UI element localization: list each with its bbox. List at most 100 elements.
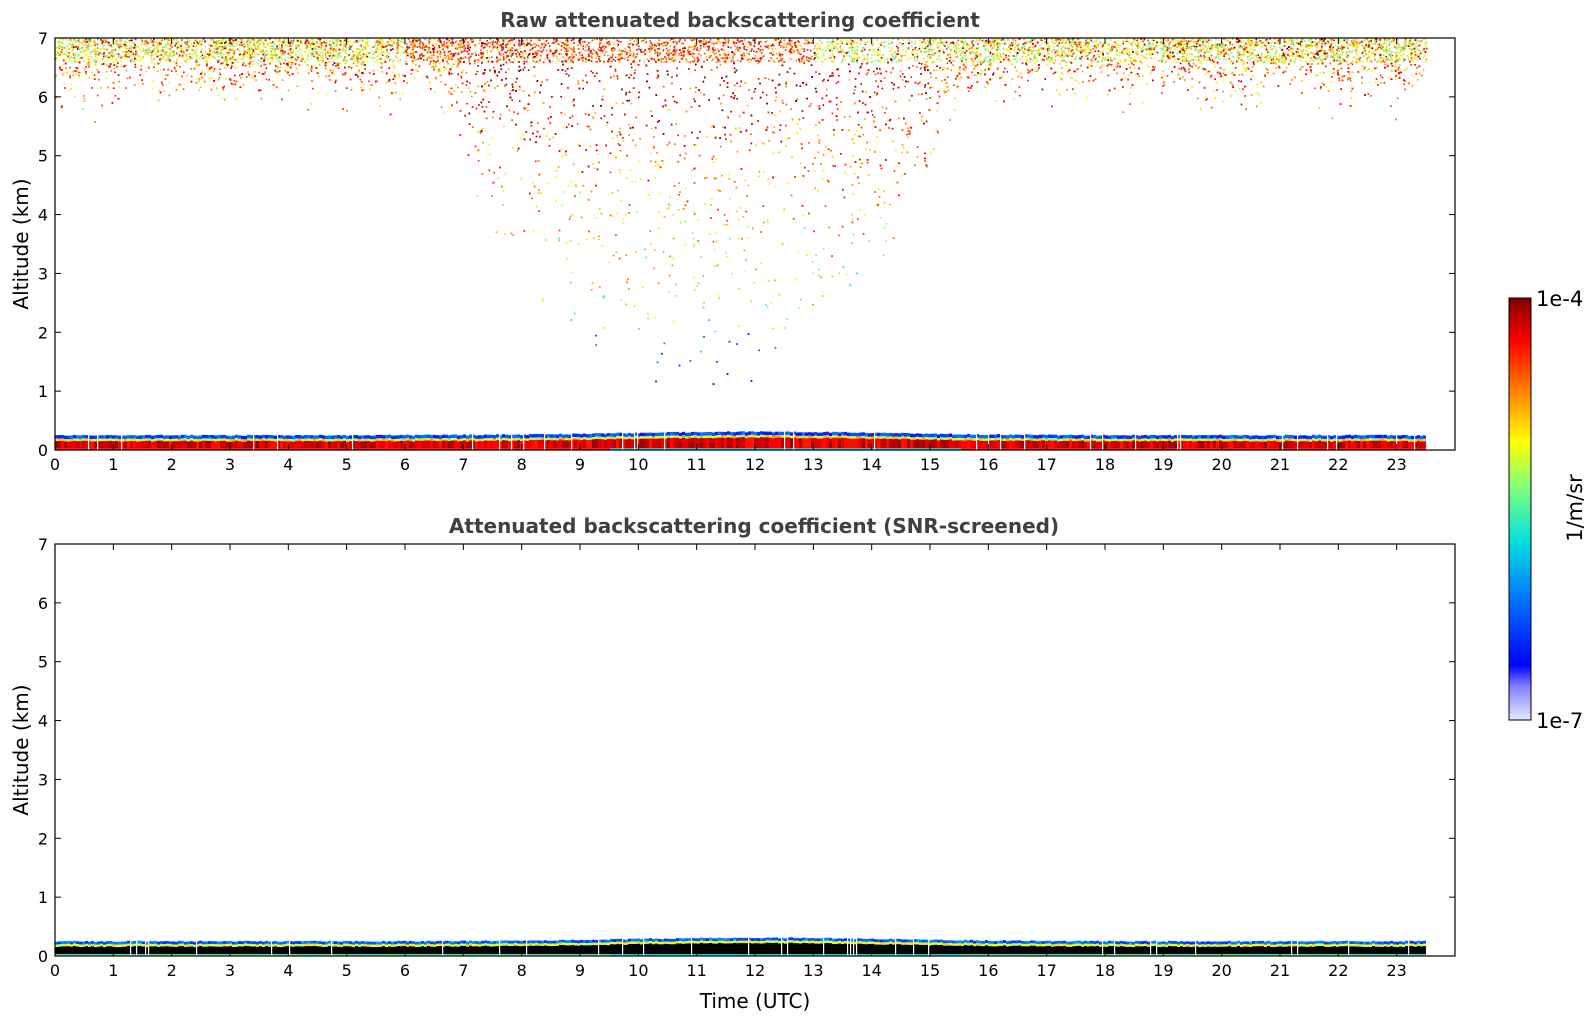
data-gap — [976, 434, 978, 450]
bl-band-cell — [1111, 438, 1114, 442]
bl-band-cell — [1099, 438, 1102, 442]
bl-band-cell — [739, 434, 742, 438]
bl-band-cell — [538, 437, 541, 440]
bl-band-cell — [1201, 441, 1204, 449]
bl-band-cell — [295, 440, 298, 449]
raw-panel-title: Raw attenuated backscattering coefficien… — [500, 8, 980, 32]
bl-band-cell — [1288, 438, 1291, 441]
bl-band-cell — [163, 439, 166, 442]
bl-band-cell — [967, 437, 970, 440]
noise-pixel — [157, 62, 160, 65]
noise-pixel — [1350, 62, 1352, 64]
bl-band-cell — [175, 435, 178, 439]
bl-band-cell — [802, 438, 805, 449]
bl-band-cell — [631, 439, 634, 449]
noise-pixel — [277, 48, 279, 50]
bl-band-cell — [154, 435, 157, 439]
noise-pixel — [216, 68, 219, 71]
noise-pixel — [442, 111, 445, 114]
noise-pixel — [234, 74, 236, 77]
noise-pixel — [914, 46, 917, 49]
bl-band-cell — [1168, 440, 1171, 449]
bl-band-cell — [862, 438, 865, 449]
bl-band-cell — [700, 432, 703, 436]
bl-band-cell — [694, 435, 697, 438]
bl-band-cell — [1285, 438, 1288, 441]
bl-band-cell — [1291, 435, 1294, 439]
bl-band-cell — [337, 440, 340, 449]
bl-band-cell — [943, 434, 946, 438]
noise-pixel — [223, 67, 226, 69]
bl-band-cell — [889, 432, 892, 437]
bl-band-cell — [1267, 438, 1270, 441]
noise-pixel — [811, 272, 814, 274]
bl-band-cell — [64, 435, 67, 440]
bl-band-cell — [835, 437, 838, 449]
bl-band-cell — [655, 436, 658, 439]
noise-pixel — [679, 88, 682, 90]
noise-pixel — [796, 123, 799, 125]
noise-pixel — [628, 134, 630, 136]
noise-pixel — [1208, 70, 1210, 73]
noise-pixel — [386, 48, 388, 51]
bl-band-cell — [973, 438, 976, 441]
bl-band-cell — [859, 436, 862, 439]
noise-pixel — [770, 302, 773, 304]
bl-band-cell — [1252, 441, 1255, 449]
bl-band-cell — [508, 441, 511, 449]
noise-pixel — [100, 63, 103, 66]
noise-pixel — [555, 176, 558, 178]
noise-pixel — [220, 62, 223, 65]
noise-pixel — [1263, 44, 1266, 47]
noise-pixel — [834, 165, 837, 167]
noise-pixel — [416, 70, 419, 73]
bl-band-cell — [406, 434, 409, 439]
bl-band-cell — [715, 435, 718, 438]
noise-pixel — [921, 115, 923, 118]
bl-band-cell — [1198, 440, 1201, 449]
bl-band-cell — [1021, 435, 1024, 439]
bl-band-cell — [967, 439, 970, 449]
bl-band-cell — [1369, 440, 1372, 449]
bl-band-cell — [100, 441, 103, 449]
noise-pixel — [290, 64, 293, 66]
bl-band-cell — [1084, 435, 1087, 440]
bl-band-cell — [1195, 441, 1198, 449]
bl-band-cell — [772, 438, 775, 449]
bl-band-cell — [1300, 435, 1303, 439]
bl-band-cell — [289, 441, 292, 449]
noise-pixel — [1179, 62, 1182, 65]
bl-band-cell — [781, 431, 784, 436]
bl-band-cell — [559, 439, 562, 449]
bl-band-cell — [1165, 438, 1168, 442]
bl-band-cell — [682, 437, 685, 449]
data-gap — [97, 435, 99, 450]
bl-band-cell — [895, 438, 898, 449]
bl-band-cell — [172, 435, 175, 439]
bl-band-cell — [271, 438, 274, 442]
bl-band-cell — [1126, 438, 1129, 442]
bl-band-cell — [502, 437, 505, 441]
noise-pixel — [938, 41, 941, 44]
bl-band-cell — [403, 435, 406, 439]
bl-band-cell — [478, 438, 481, 442]
noise-pixel — [636, 211, 639, 213]
bl-band-cell — [1123, 440, 1126, 449]
noise-pixel — [744, 179, 747, 182]
noise-pixel — [815, 124, 817, 126]
noise-pixel — [519, 85, 521, 88]
bl-band-cell — [775, 437, 778, 449]
bl-band-cell — [655, 432, 658, 437]
noise-pixel — [1093, 55, 1096, 57]
bl-band-cell — [601, 433, 604, 437]
noise-pixel — [140, 65, 143, 67]
bl-band-cell — [1198, 438, 1201, 441]
bl-band-cell — [835, 435, 838, 438]
bl-band-cell — [340, 439, 343, 442]
bl-band-cell — [1219, 434, 1222, 439]
bl-band-cell — [1345, 440, 1348, 449]
bl-band-cell — [1240, 435, 1243, 439]
bl-band-cell — [982, 440, 985, 449]
bl-band-cell — [451, 438, 454, 441]
bl-band-cell — [931, 439, 934, 449]
